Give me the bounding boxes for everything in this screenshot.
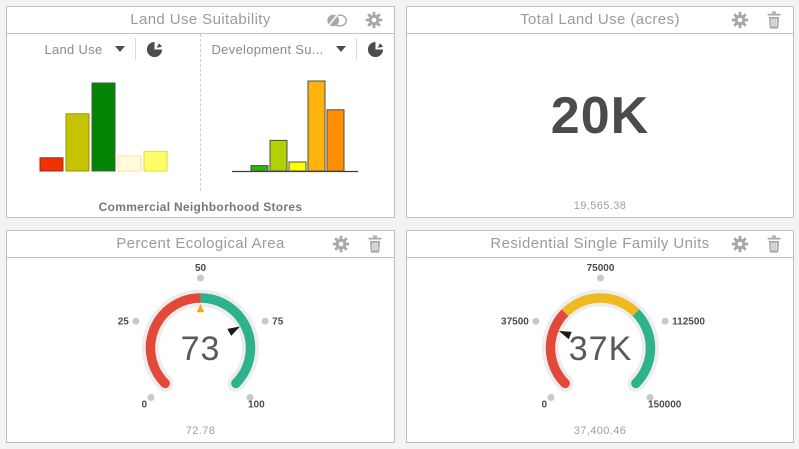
svg-text:100: 100 bbox=[248, 399, 265, 410]
svg-text:75: 75 bbox=[272, 317, 284, 328]
development-suitability-subchart: Development Su... bbox=[201, 34, 394, 191]
header-icons bbox=[731, 7, 782, 33]
field-selector-row: Land Use bbox=[7, 34, 200, 64]
trash-icon[interactable] bbox=[766, 11, 782, 29]
trash-icon[interactable] bbox=[367, 235, 383, 253]
chevron-down-icon bbox=[336, 46, 346, 52]
dropdown-label: Development Su... bbox=[211, 42, 323, 57]
field-selector-row: Development Su... bbox=[201, 34, 394, 64]
trash-icon[interactable] bbox=[766, 235, 782, 253]
land-use-subchart: Land Use bbox=[7, 34, 200, 191]
gear-icon[interactable] bbox=[365, 11, 383, 29]
header-icons bbox=[326, 7, 383, 33]
svg-text:0: 0 bbox=[541, 399, 547, 410]
panel-land-use-suitability: Land Use Suitability bbox=[6, 6, 395, 218]
svg-text:112500: 112500 bbox=[672, 317, 705, 328]
exact-value: 19,565.38 bbox=[407, 200, 793, 212]
land-use-bar-chart bbox=[7, 64, 200, 191]
svg-text:50: 50 bbox=[195, 263, 207, 274]
development-suitability-field-dropdown[interactable]: Development Su... bbox=[211, 42, 345, 57]
dropdown-label: Land Use bbox=[44, 42, 102, 57]
divider bbox=[356, 38, 357, 60]
visibility-off-icon[interactable] bbox=[326, 13, 348, 28]
category-label: Commercial Neighborhood Stores bbox=[7, 200, 394, 214]
residential-gauge-body: 0 37500 75000 112500 150000 37K 37,400.46 bbox=[407, 258, 793, 444]
gear-icon[interactable] bbox=[731, 11, 749, 29]
panel-header: Total Land Use (acres) bbox=[407, 7, 793, 34]
percent-ecological-area-gauge: 0 25 50 75 100 73 bbox=[7, 258, 394, 442]
header-icons bbox=[731, 231, 782, 257]
svg-text:25: 25 bbox=[118, 317, 130, 328]
panel-total-land-use: Total Land Use (acres) bbox=[406, 6, 794, 218]
svg-text:75000: 75000 bbox=[587, 263, 615, 274]
panel-header: Residential Single Family Units bbox=[407, 231, 793, 258]
svg-text:37500: 37500 bbox=[501, 317, 529, 328]
gear-icon[interactable] bbox=[332, 235, 350, 253]
panel-percent-ecological-area: Percent Ecological Area bbox=[6, 230, 395, 443]
big-value: 20K bbox=[551, 86, 649, 146]
development-suitability-bar-chart bbox=[201, 64, 394, 191]
total-land-use-body: 20K 19,565.38 bbox=[407, 34, 793, 219]
exact-value: 37,400.46 bbox=[407, 425, 793, 437]
eco-gauge-body: 0 25 50 75 100 73 72.78 bbox=[7, 258, 394, 444]
residential-single-family-units-gauge: 0 37500 75000 112500 150000 37K bbox=[407, 258, 794, 442]
dashboard: Land Use Suitability bbox=[0, 0, 799, 449]
divider bbox=[135, 38, 136, 60]
panel-header: Land Use Suitability bbox=[7, 7, 394, 34]
exact-value: 72.78 bbox=[7, 425, 394, 437]
header-icons bbox=[332, 231, 383, 257]
svg-text:150000: 150000 bbox=[648, 399, 682, 410]
suitability-body: Land Use Develop bbox=[7, 34, 394, 219]
svg-text:37K: 37K bbox=[569, 330, 633, 368]
pie-chart-icon[interactable] bbox=[367, 41, 384, 58]
panel-header: Percent Ecological Area bbox=[7, 231, 394, 258]
land-use-field-dropdown[interactable]: Land Use bbox=[44, 42, 124, 57]
gear-icon[interactable] bbox=[731, 235, 749, 253]
pie-chart-icon[interactable] bbox=[146, 41, 163, 58]
panel-residential-single-family-units: Residential Single Family Units bbox=[406, 230, 794, 443]
chevron-down-icon bbox=[115, 46, 125, 52]
svg-text:73: 73 bbox=[181, 330, 221, 368]
svg-text:0: 0 bbox=[141, 399, 147, 410]
